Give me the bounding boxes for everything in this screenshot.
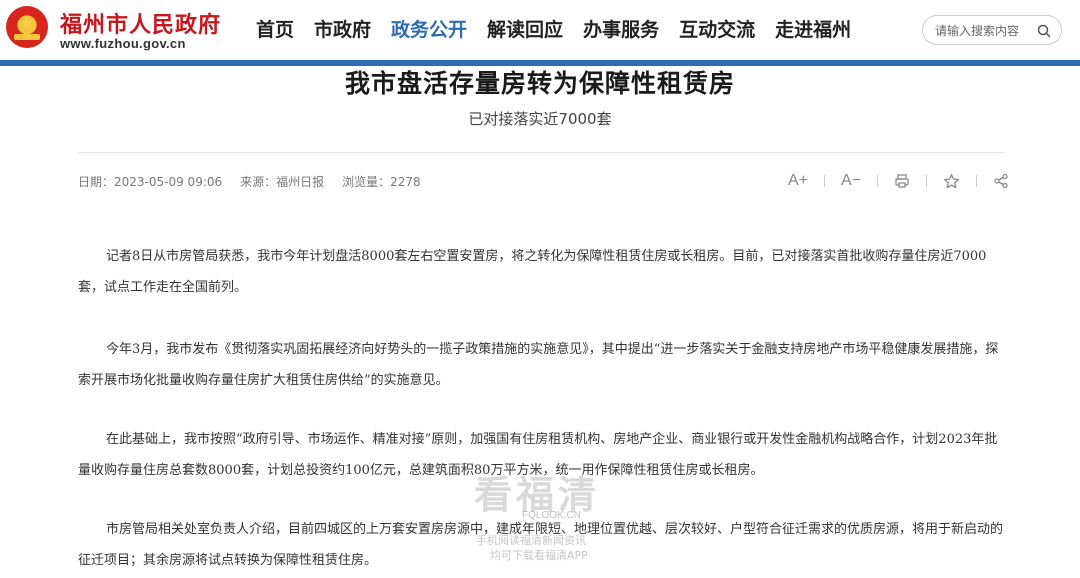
print-icon bbox=[895, 174, 909, 188]
site-title[interactable]: 福州市人民政府 bbox=[60, 7, 221, 39]
article-tools: A+ A− bbox=[788, 170, 1009, 192]
emblem-base bbox=[14, 34, 40, 40]
main-nav: 首页 市政府 政务公开 解读回应 办事服务 互动交流 走进福州 bbox=[256, 16, 871, 44]
site-header: ★ 福州市人民政府 www.fuzhou.gov.cn 首页 市政府 政务公开 … bbox=[0, 0, 1080, 62]
nav-item-government[interactable]: 市政府 bbox=[314, 16, 371, 44]
search-icon[interactable] bbox=[1036, 23, 1052, 39]
print-button[interactable] bbox=[894, 173, 910, 189]
article-paragraph: 记者8日从市房管局获悉，我市今年计划盘活8000套左右空置安置房，将之转化为保障… bbox=[78, 249, 987, 295]
nav-item-interpretation[interactable]: 解读回应 bbox=[487, 16, 563, 44]
search-box bbox=[922, 15, 1062, 45]
national-emblem-icon[interactable]: ★ bbox=[6, 6, 48, 48]
divider bbox=[78, 152, 1004, 153]
article-subtitle: 已对接落实近7000套 bbox=[468, 110, 612, 128]
nav-item-interaction[interactable]: 互动交流 bbox=[679, 16, 755, 44]
view-count: 浏览量：2278 bbox=[342, 175, 421, 189]
font-increase-button[interactable]: A+ bbox=[788, 172, 808, 190]
watermark-line: 手机阅读福清新闻资讯 bbox=[476, 534, 586, 547]
tool-separator bbox=[824, 175, 826, 187]
tool-separator bbox=[926, 175, 928, 187]
nav-item-about-fuzhou[interactable]: 走进福州 bbox=[775, 16, 851, 44]
star-icon bbox=[943, 173, 960, 188]
star-icon: ★ bbox=[19, 13, 35, 32]
publish-date: 日期：2023-05-09 09:06 bbox=[78, 175, 223, 189]
nav-item-open-government[interactable]: 政务公开 bbox=[391, 16, 467, 44]
share-icon bbox=[994, 173, 1008, 189]
article-source: 来源：福州日报 bbox=[240, 175, 325, 189]
article-meta: 日期：2023-05-09 09:06 来源：福州日报 浏览量：2278 bbox=[78, 173, 439, 190]
article-title: 我市盘活存量房转为保障性租赁房 bbox=[344, 69, 735, 98]
share-button[interactable] bbox=[993, 173, 1009, 189]
tool-separator bbox=[976, 175, 978, 187]
nav-item-home[interactable]: 首页 bbox=[256, 16, 294, 44]
font-decrease-button[interactable]: A− bbox=[841, 172, 861, 190]
tool-separator bbox=[877, 175, 879, 187]
watermark-line: 均可下载看福清APP bbox=[490, 549, 588, 562]
search-input[interactable] bbox=[935, 21, 1035, 41]
favorite-button[interactable] bbox=[943, 173, 960, 190]
nav-item-services[interactable]: 办事服务 bbox=[583, 16, 659, 44]
watermark-url: FQLOOK.CN bbox=[522, 510, 581, 521]
site-url[interactable]: www.fuzhou.gov.cn bbox=[60, 36, 186, 51]
article-paragraph: 今年3月，我市发布《贯彻落实巩固拓展经济向好势头的一揽子政策措施的实施意见》，其… bbox=[78, 342, 999, 388]
watermark: 看福清 FQLOOK.CN 手机阅读福清新闻资讯 均可下载看福清APP bbox=[474, 464, 614, 564]
